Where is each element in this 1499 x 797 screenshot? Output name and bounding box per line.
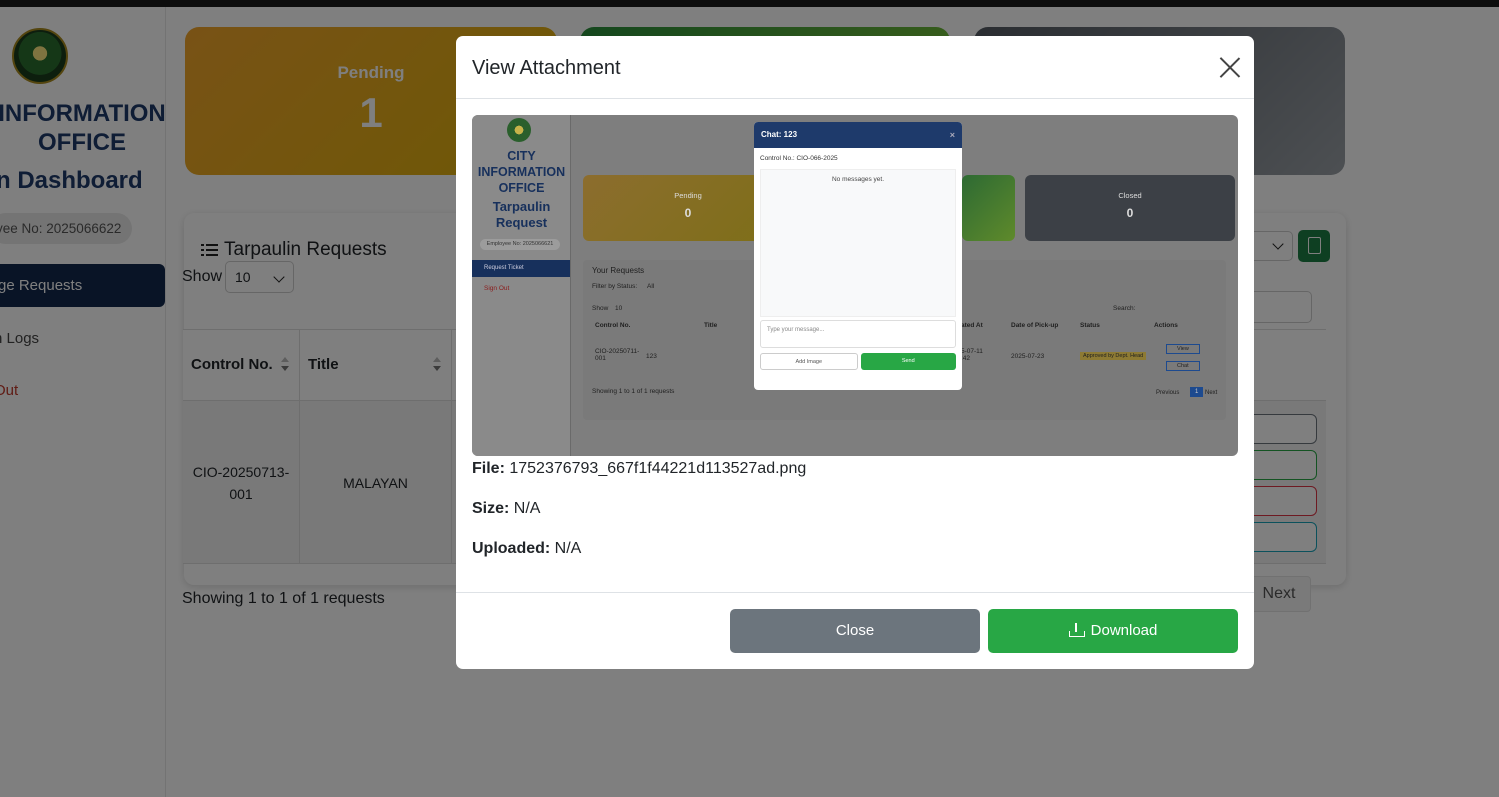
preview-filter-label: Filter by Status: [592, 283, 638, 290]
preview-chat-window: Chat: 123 × Control No.: CIO-066-2025 No… [754, 122, 962, 390]
preview-nav-signout: Sign Out [484, 285, 510, 292]
preview-row-title: 123 [646, 353, 657, 360]
preview-employee-no: Employee No: 2025066621 [480, 239, 560, 250]
preview-search-label: Search: [1113, 305, 1136, 312]
preview-closed-card: Closed 0 [1025, 175, 1235, 241]
preview-chat-buttons: Add Image Send [760, 353, 956, 370]
preview-prev: Previous [1156, 390, 1180, 396]
preview-send-button: Send [860, 353, 956, 370]
preview-chat-header: Chat: 123 × [754, 122, 962, 148]
preview-col-status: Status [1080, 322, 1100, 329]
uploaded-label: Uploaded: [472, 540, 551, 557]
view-attachment-modal: View Attachment CITY INFORMATION OFFICE … [456, 36, 1254, 669]
preview-row-status: Approved by Dept. Head [1080, 352, 1147, 360]
file-label: File: [472, 460, 505, 477]
preview-col-control: Control No. [595, 322, 631, 329]
modal-title: View Attachment [472, 57, 621, 79]
preview-show-label: Show [592, 305, 609, 312]
uploaded-value: N/A [554, 540, 582, 557]
preview-nav-request: Request Ticket [472, 260, 570, 277]
file-value: 1752376793_667f1f44221d113527ad.png [509, 460, 807, 477]
preview-sidebar: CITY INFORMATION OFFICE Tarpaulin Reques… [472, 115, 571, 456]
preview-logo [507, 118, 531, 142]
preview-col-created: ated At [961, 322, 983, 329]
preview-chat-input: Type your message... [760, 320, 956, 348]
preview-next: Next [1205, 390, 1218, 396]
preview-show-value: 10 [615, 305, 623, 312]
preview-col-title: Title [704, 322, 718, 329]
preview-page: 1 [1190, 387, 1204, 397]
preview-filter-value: All [647, 283, 655, 290]
close-icon[interactable] [1219, 57, 1240, 78]
download-button-label: Download [1090, 622, 1158, 639]
download-button[interactable]: Download [988, 609, 1238, 653]
download-icon [1068, 623, 1085, 637]
preview-your-requests: Your Requests [592, 266, 645, 275]
preview-row-control: CIO-20250711- 001 [595, 348, 640, 362]
uploaded-info: Uploaded: N/A [472, 540, 581, 558]
preview-row-created: 5-07-11 :42 [961, 348, 983, 362]
close-button[interactable]: Close [730, 609, 980, 653]
preview-col-pickup: Date of Pick-up [1011, 322, 1059, 329]
size-info: Size: N/A [472, 500, 540, 518]
modal-header: View Attachment [456, 36, 1254, 99]
file-info: File: 1752376793_667f1f44221d113527ad.pn… [472, 460, 806, 478]
preview-chat-control-no: Control No.: CIO-066-2025 [760, 155, 838, 162]
preview-row-pickup: 2025-07-23 [1011, 353, 1045, 360]
size-label: Size: [472, 500, 510, 517]
preview-closed-label: Closed [1118, 191, 1142, 200]
preview-subtitle: Tarpaulin Request [492, 199, 551, 230]
attachment-preview-image: CITY INFORMATION OFFICE Tarpaulin Reques… [472, 115, 1238, 456]
preview-col-actions: Actions [1154, 322, 1178, 329]
preview-chat-messages: No messages yet. [760, 169, 956, 317]
modal-footer: Close Download [456, 592, 1254, 669]
preview-add-image-button: Add Image [760, 353, 858, 370]
preview-chat-title: Chat: 123 [761, 130, 798, 139]
preview-org-name: CITY INFORMATION OFFICE [477, 149, 566, 195]
preview-chat-button: Chat [1166, 361, 1200, 371]
preview-chat-close-icon: × [949, 130, 955, 140]
preview-showing: Showing 1 to 1 of 1 requests [592, 388, 675, 395]
preview-closed-count: 0 [1126, 206, 1134, 220]
preview-view-button: View [1166, 344, 1200, 354]
size-value: N/A [513, 500, 541, 517]
close-button-label: Close [835, 622, 875, 639]
preview-approved-card [962, 175, 1015, 241]
